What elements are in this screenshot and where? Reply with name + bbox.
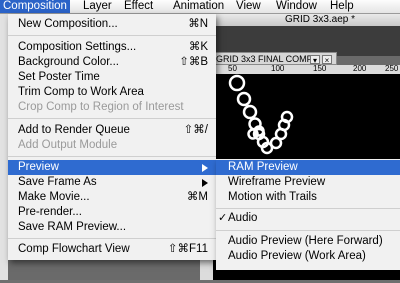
menu-item-background-color[interactable]: Background Color... ⇧⌘B (8, 55, 216, 70)
menu-item-preview[interactable]: Preview (8, 160, 216, 175)
submenu-arrow-icon (202, 179, 208, 187)
menu-separator (8, 35, 216, 36)
checkmark-icon: ✓ (218, 212, 228, 224)
menu-item-trim-comp[interactable]: Trim Comp to Work Area (8, 85, 216, 100)
menu-item-shortcut: ⇧⌘/ (183, 124, 208, 136)
menu-item-label: Trim Comp to Work Area (18, 86, 144, 98)
menu-view[interactable]: View (236, 0, 261, 13)
ruler-tick-label: 250 (385, 65, 399, 73)
project-panel-edge (0, 14, 8, 280)
submenu-item-audio-preview-here[interactable]: Audio Preview (Here Forward) (216, 234, 400, 249)
menu-item-shortcut: ⌘K (188, 41, 208, 53)
menu-bar: Composition Layer Effect Animation View … (0, 0, 400, 14)
submenu-item-audio-preview-work[interactable]: Audio Preview (Work Area) (216, 249, 400, 264)
submenu-item-label: RAM Preview (228, 161, 298, 173)
preview-submenu: RAM Preview Wireframe Preview Motion wit… (216, 159, 400, 270)
ruler-tick-label: 50 (228, 65, 237, 73)
menu-item-label: Add Output Module (18, 139, 118, 151)
menu-item-shortcut: ⇧⌘B (179, 56, 208, 68)
submenu-item-wireframe-preview[interactable]: Wireframe Preview (216, 175, 400, 190)
menu-item-comp-flowchart[interactable]: Comp Flowchart View ⇧⌘F11 (8, 242, 216, 257)
menu-item-shortcut: ⌘N (188, 18, 208, 30)
menu-item-label: Preview (18, 161, 59, 173)
menu-item-crop-comp: Crop Comp to Region of Interest (8, 100, 216, 115)
menu-item-save-ram-preview[interactable]: Save RAM Preview... (8, 220, 216, 235)
submenu-item-label: Audio (228, 212, 258, 224)
tab-close-button[interactable]: × (322, 55, 332, 65)
submenu-item-label: Motion with Trails (228, 191, 317, 203)
menu-item-label: Comp Flowchart View (18, 243, 130, 255)
menu-separator (8, 118, 216, 119)
submenu-arrow-icon (202, 164, 208, 172)
menu-item-new-composition[interactable]: New Composition... ⌘N (8, 17, 216, 32)
menu-separator (8, 156, 216, 157)
menu-separator (8, 238, 216, 239)
menu-separator (216, 230, 400, 231)
submenu-item-label: Wireframe Preview (228, 176, 326, 188)
menu-item-label: New Composition... (18, 18, 118, 30)
submenu-item-motion-with-trails[interactable]: Motion with Trails (216, 190, 400, 205)
menu-item-label: Pre-render... (18, 206, 82, 218)
menu-item-add-render-queue[interactable]: Add to Render Queue ⇧⌘/ (8, 123, 216, 138)
menu-window[interactable]: Window (276, 0, 317, 13)
menu-item-label: Background Color... (18, 56, 120, 68)
submenu-item-ram-preview[interactable]: RAM Preview (216, 160, 400, 175)
submenu-item-label: Audio Preview (Work Area) (228, 250, 366, 262)
menu-item-set-poster-time[interactable]: Set Poster Time (8, 70, 216, 85)
submenu-item-audio[interactable]: ✓ Audio (216, 211, 400, 226)
menu-item-shortcut: ⌘M (186, 191, 208, 203)
menu-composition[interactable]: Composition (0, 0, 70, 13)
menu-item-label: Set Poster Time (18, 71, 100, 83)
menu-item-label: Save Frame As (18, 176, 97, 188)
menu-item-composition-settings[interactable]: Composition Settings... ⌘K (8, 40, 216, 55)
submenu-item-label: Audio Preview (Here Forward) (228, 235, 383, 247)
menu-animation[interactable]: Animation (173, 0, 224, 13)
menu-item-add-output-module: Add Output Module (8, 138, 216, 153)
ruler-tick-label: 200 (353, 65, 367, 73)
menu-effect[interactable]: Effect (124, 0, 153, 13)
ruler-tick-label: 100 (271, 65, 285, 73)
menu-help[interactable]: Help (330, 0, 354, 13)
menu-item-label: Crop Comp to Region of Interest (18, 101, 184, 113)
menu-item-label: Save RAM Preview... (18, 221, 127, 233)
menu-item-make-movie[interactable]: Make Movie... ⌘M (8, 190, 216, 205)
menu-layer[interactable]: Layer (83, 0, 112, 13)
document-title: GRID 3x3.aep * (285, 14, 356, 25)
menu-item-label: Composition Settings... (18, 41, 137, 53)
menu-item-label: Add to Render Queue (18, 124, 130, 136)
ruler-tick-label: 150 (313, 65, 327, 73)
menu-item-label: Make Movie... (18, 191, 90, 203)
menu-separator (216, 208, 400, 209)
tab-options-button[interactable]: ▾ (310, 55, 320, 65)
composition-menu: New Composition... ⌘N Composition Settin… (8, 14, 216, 260)
menu-item-shortcut: ⇧⌘F11 (167, 243, 208, 255)
menu-item-save-frame-as[interactable]: Save Frame As (8, 175, 216, 190)
menu-item-pre-render[interactable]: Pre-render... (8, 205, 216, 220)
